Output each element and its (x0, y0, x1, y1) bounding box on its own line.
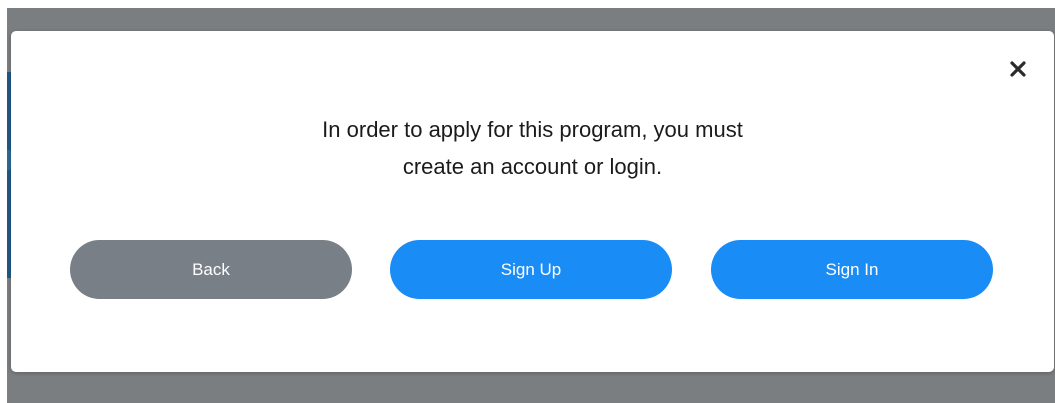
login-required-modal: In order to apply for this program, you … (11, 31, 1054, 372)
page-top-strip (0, 0, 1055, 8)
modal-message: In order to apply for this program, you … (11, 111, 1054, 185)
modal-message-line-1: In order to apply for this program, you … (322, 117, 743, 142)
close-icon (1010, 61, 1026, 77)
sign-in-button[interactable]: Sign In (711, 240, 993, 299)
close-button[interactable] (1006, 57, 1030, 81)
back-button[interactable]: Back (70, 240, 352, 299)
sign-up-button[interactable]: Sign Up (390, 240, 672, 299)
modal-message-line-2: create an account or login. (402, 154, 663, 179)
